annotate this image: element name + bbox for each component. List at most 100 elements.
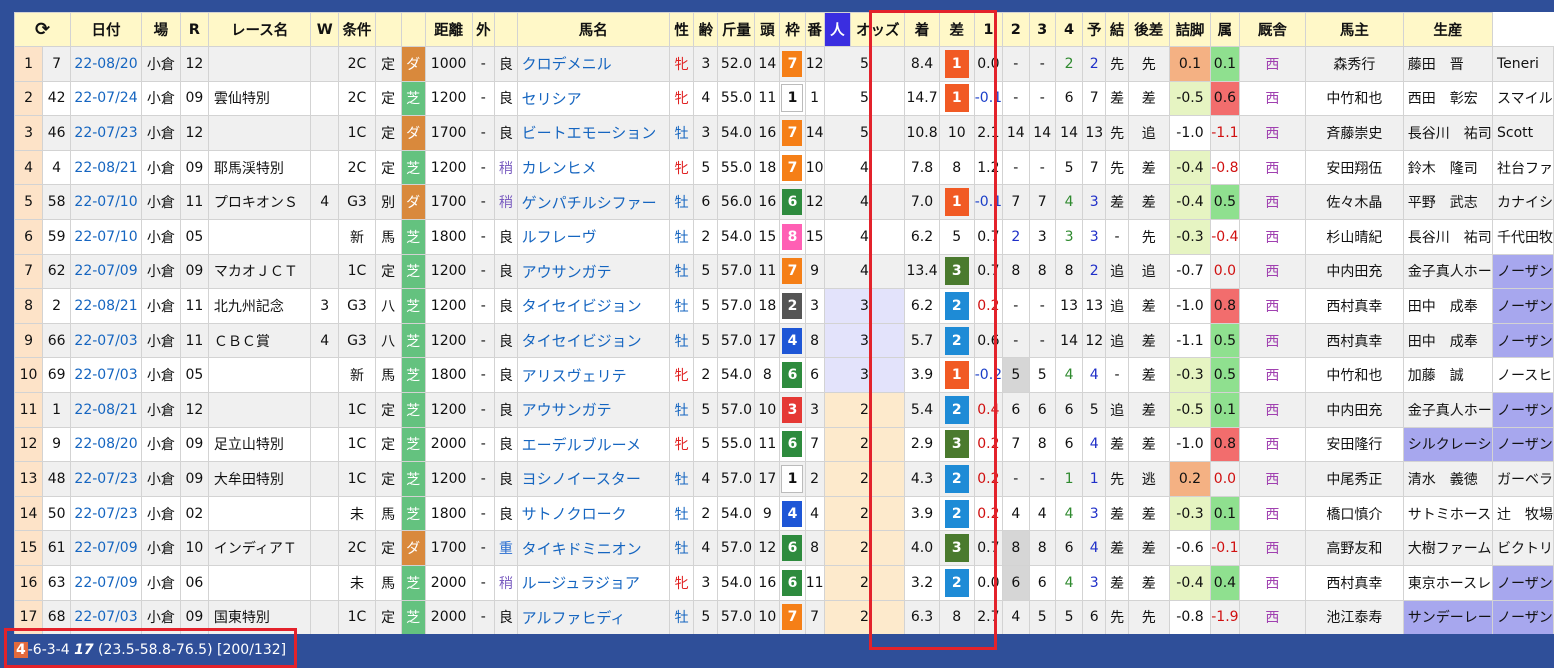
- table-row[interactable]: 11 1 22-08/21 小倉 12 1C 定芝 1200- 良アウサンガテ牡 5 57.0 10 3…: [14, 391, 1554, 428]
- popularity: 2: [823, 391, 906, 428]
- race-date-link[interactable]: 22-08/21: [70, 149, 142, 186]
- race-date-link[interactable]: 22-07/09: [70, 564, 142, 601]
- column-header[interactable]: 場: [140, 12, 181, 47]
- corner-position-3: 14: [1054, 322, 1084, 359]
- table-row[interactable]: 15 61 22-07/09 小倉 10 インディアＴ 2C 定ダ 1700- 重タイキドミニオン…: [14, 530, 1554, 566]
- race-date-link[interactable]: 22-07/10: [70, 218, 142, 255]
- horse-name-link[interactable]: ルージュラジョア: [516, 564, 671, 601]
- column-header[interactable]: オッズ: [850, 12, 906, 47]
- column-header[interactable]: 着: [904, 12, 940, 47]
- column-header[interactable]: 2: [1002, 12, 1030, 47]
- column-header[interactable]: 性: [669, 12, 695, 47]
- horse-name-link[interactable]: カレンヒメ: [516, 149, 671, 186]
- table-row[interactable]: 6 59 22-07/10 小倉 05 新馬芝 1800- 良ルフレーヴ牡 2 54.0 15 8 15…: [14, 218, 1554, 255]
- column-header[interactable]: 番: [804, 12, 825, 47]
- column-header[interactable]: 距離: [424, 12, 473, 47]
- table-row[interactable]: 10 69 22-07/03 小倉 05 新馬芝 1800- 良アリスヴェリテ牝 2 54.0 8 6…: [14, 357, 1554, 393]
- column-header[interactable]: 外: [471, 12, 496, 47]
- table-row[interactable]: 8 2 22-08/21 小倉 11 北九州記念 3 G3 八芝 1200- 良タイセイビジョン牡 5…: [14, 288, 1554, 324]
- race-date-link[interactable]: 22-08/20: [70, 426, 142, 463]
- race-date-link[interactable]: 22-08/20: [70, 46, 142, 82]
- horse-name-link[interactable]: タイセイビジョン: [516, 288, 671, 324]
- result-style: 差: [1127, 357, 1170, 393]
- column-header[interactable]: 人: [823, 12, 852, 47]
- trainer: 中竹和也: [1305, 80, 1404, 117]
- horse-name-link[interactable]: ヨシノイースター: [516, 461, 671, 497]
- horse-name-link[interactable]: アルファヒディ: [516, 599, 671, 634]
- column-header[interactable]: 斤量: [717, 12, 756, 47]
- race-date-link[interactable]: 22-07/24: [70, 80, 142, 117]
- horse-name-link[interactable]: ビートエモーション: [516, 115, 671, 151]
- column-header[interactable]: [400, 12, 426, 47]
- table-row[interactable]: 12 9 22-08/20 小倉 09 足立山特別 1C 定芝 2000- 良エーデルブルーメ牝 5…: [14, 426, 1554, 463]
- horse-name-link[interactable]: ゲンパチルシファー: [516, 184, 671, 220]
- column-header[interactable]: 厩舎: [1238, 12, 1307, 47]
- column-header[interactable]: 3: [1028, 12, 1056, 47]
- race-date-link[interactable]: 22-07/23: [70, 115, 142, 151]
- table-row[interactable]: 9 66 22-07/03 小倉 11 ＣＢＣ賞 4 G3 八芝 1200- 良タイセイビジョン牡 5…: [14, 322, 1554, 359]
- race-date-link[interactable]: 22-07/09: [70, 530, 142, 566]
- corner-position-2: 7: [1028, 184, 1056, 220]
- column-header[interactable]: 属: [1210, 12, 1240, 47]
- horse-name-link[interactable]: タイセイビジョン: [516, 322, 671, 359]
- column-header[interactable]: 齢: [693, 12, 719, 47]
- table-row[interactable]: 3 46 22-07/23 小倉 12 1C 定ダ 1700- 良ビートエモーション牡 3 54.0…: [14, 115, 1554, 151]
- horse-name-link[interactable]: クロデメニル: [516, 46, 671, 82]
- table-row[interactable]: 13 48 22-07/23 小倉 09 大牟田特別 1C 定芝 1200- 良ヨシノイースター牡…: [14, 461, 1554, 497]
- column-header[interactable]: 頭: [754, 12, 781, 47]
- column-header[interactable]: 結: [1105, 12, 1129, 47]
- table-row[interactable]: 2 42 22-07/24 小倉 09 雲仙特別 2C 定芝 1200- 良セリシア牝 4 55.0 1…: [14, 80, 1554, 117]
- column-header[interactable]: R: [179, 12, 209, 47]
- horse-name-link[interactable]: アウサンガテ: [516, 391, 671, 428]
- table-row[interactable]: 14 50 22-07/23 小倉 02 未馬芝 1800- 良サトノクローク牡 2 54.0 9 4…: [14, 495, 1554, 532]
- column-header[interactable]: [494, 12, 518, 47]
- race-date-link[interactable]: 22-07/03: [70, 599, 142, 634]
- column-header[interactable]: レース名: [207, 12, 312, 47]
- horse-name-link[interactable]: アウサンガテ: [516, 253, 671, 290]
- horse-name-link[interactable]: セリシア: [516, 80, 671, 117]
- table-row[interactable]: 4 4 22-08/21 小倉 09 耶馬渓特別 2C 定芝 1200- 稍カレンヒメ牝 5 55.0…: [14, 149, 1554, 186]
- column-header[interactable]: 差: [938, 12, 975, 47]
- time-diff: 0.7: [973, 530, 1004, 566]
- race-date-link[interactable]: 22-07/10: [70, 184, 142, 220]
- race-date-link[interactable]: 22-07/03: [70, 357, 142, 393]
- table-row[interactable]: 17 68 22-07/03 小倉 09 国東特別 1C 定芝 2000- 良アルファヒディ牡 5 5…: [14, 599, 1554, 634]
- venue: 小倉: [140, 288, 181, 324]
- status-first: 4: [14, 642, 28, 658]
- column-header[interactable]: 馬主: [1305, 12, 1404, 47]
- race-date-link[interactable]: 22-07/23: [70, 461, 142, 497]
- race-date-link[interactable]: 22-07/09: [70, 253, 142, 290]
- horse-name-link[interactable]: ルフレーヴ: [516, 218, 671, 255]
- table-row[interactable]: 1 7 22-08/20 小倉 12 2C 定ダ 1000- 良クロデメニル牝 3 52.0 14 7 1…: [14, 46, 1554, 82]
- horse-name-link[interactable]: サトノクローク: [516, 495, 671, 532]
- column-header[interactable]: 生産: [1402, 12, 1494, 47]
- column-header[interactable]: 馬名: [516, 12, 671, 47]
- table-row[interactable]: 5 58 22-07/10 小倉 11 プロキオンＳ 4 G3 別ダ 1700- 稍ゲンパチルシファ…: [14, 184, 1554, 220]
- weight-cond: [310, 115, 340, 151]
- column-header[interactable]: 条件: [338, 12, 376, 47]
- column-header[interactable]: 4: [1054, 12, 1084, 47]
- horse-name-link[interactable]: タイキドミニオン: [516, 530, 671, 566]
- horse-age: 5: [693, 322, 719, 359]
- post-gate: 3: [779, 391, 806, 428]
- race-date-link[interactable]: 22-08/21: [70, 288, 142, 324]
- distance: 2000: [424, 564, 473, 601]
- race-date-link[interactable]: 22-07/23: [70, 495, 142, 532]
- horse-name-link[interactable]: エーデルブルーメ: [516, 426, 671, 463]
- column-header[interactable]: W: [310, 12, 340, 47]
- refresh-icon[interactable]: ⟳: [14, 12, 72, 47]
- column-header[interactable]: 1: [973, 12, 1004, 47]
- table-row[interactable]: 7 62 22-07/09 小倉 09 マカオＪＣＴ 1C 定芝 1200- 良アウサンガテ牡 5 5…: [14, 253, 1554, 290]
- horse-name-link[interactable]: アリスヴェリテ: [516, 357, 671, 393]
- table-row[interactable]: 16 63 22-07/09 小倉 06 未馬芝 2000- 稍ルージュラジョア牝 3 54.0 1…: [14, 564, 1554, 601]
- column-header[interactable]: 日付: [70, 12, 142, 47]
- column-header[interactable]: 後差: [1127, 12, 1170, 47]
- race-number: 4: [42, 149, 72, 186]
- column-header[interactable]: 詰脚: [1168, 12, 1212, 47]
- race-date-link[interactable]: 22-07/03: [70, 322, 142, 359]
- column-header[interactable]: 予: [1082, 12, 1107, 47]
- corner-position-3: 6: [1054, 391, 1084, 428]
- race-date-link[interactable]: 22-08/21: [70, 391, 142, 428]
- column-header[interactable]: [374, 12, 402, 47]
- column-header[interactable]: 枠: [779, 12, 806, 47]
